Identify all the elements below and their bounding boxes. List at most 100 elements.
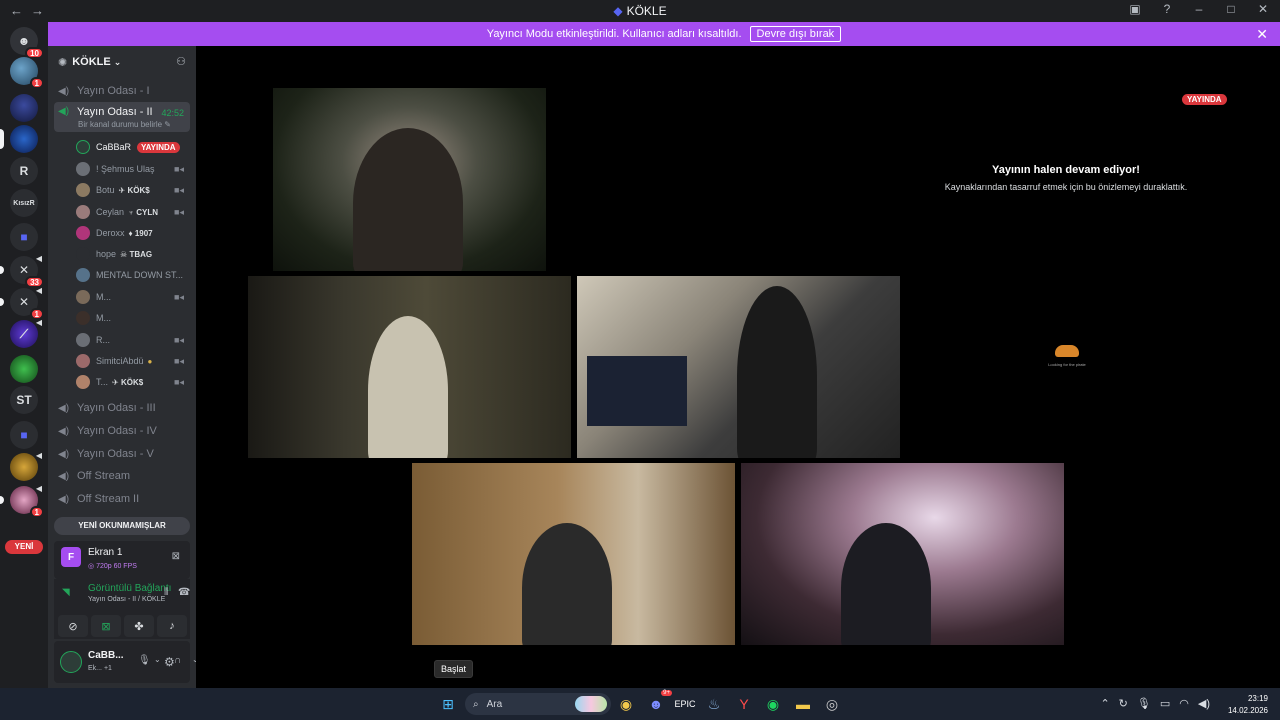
- banner-message: Yayıncı Modu etkinleştirildi. Kullanıcı …: [486, 28, 742, 40]
- clock[interactable]: 23:19 14.02.2026: [1228, 693, 1268, 717]
- steam-icon[interactable]: ♨: [704, 694, 724, 714]
- speaker-icon: ◀: [35, 451, 42, 460]
- voice-channel[interactable]: ◀) Off Stream: [54, 466, 190, 486]
- chevron-up-icon[interactable]: ⌃: [1100, 697, 1109, 710]
- spotify-icon[interactable]: ◉: [763, 694, 783, 714]
- epic-games-icon[interactable]: EPIC: [675, 694, 696, 714]
- chevron-down-icon[interactable]: ⌄: [154, 655, 161, 664]
- video-tile[interactable]: [741, 463, 1064, 645]
- voice-member[interactable]: M... ■◂: [76, 288, 190, 306]
- server-icon[interactable]: ◀: [10, 451, 42, 481]
- close-banner-icon[interactable]: ✕: [1256, 26, 1268, 43]
- voice-channel[interactable]: ◀) Yayın Odası - III: [54, 398, 190, 418]
- avatar: [76, 354, 90, 368]
- soundboard-button[interactable]: ♪: [157, 615, 187, 637]
- speaker-icon: ◀): [58, 493, 70, 505]
- voice-member[interactable]: ! Şehmus Ulaş ■◂: [76, 160, 190, 178]
- file-explorer-icon[interactable]: ▬: [793, 694, 813, 714]
- voice-channel[interactable]: ◀) Yayın Odası - V: [54, 444, 190, 464]
- video-tile[interactable]: [577, 276, 900, 458]
- help-icon[interactable]: ?: [1158, 2, 1176, 16]
- microphone-icon[interactable]: 🎙︎: [138, 655, 151, 666]
- minimize-icon[interactable]: –: [1190, 2, 1208, 16]
- voice-member[interactable]: Ceylan ♆ CYLN ■◂: [76, 203, 190, 221]
- chevron-down-icon: ⌄: [113, 56, 122, 67]
- settings-gear-icon[interactable]: ⚙: [164, 655, 175, 669]
- server-icon[interactable]: KısızR: [10, 189, 38, 217]
- voice-member[interactable]: R... ■◂: [76, 331, 190, 349]
- volume-icon[interactable]: ◀): [1198, 697, 1210, 710]
- loading-animation-icon: [1055, 345, 1079, 357]
- avatar: [76, 226, 90, 240]
- server-folder[interactable]: ■: [10, 223, 38, 251]
- video-stage: YAYINDA Yayının halen devam ediyor! Kayn…: [196, 46, 1280, 688]
- noise-suppression-icon[interactable]: ⦀: [164, 587, 168, 598]
- voice-location[interactable]: Yayın Odası - II / KÖKLE: [88, 596, 165, 603]
- activities-button[interactable]: ✤: [124, 615, 154, 637]
- yandex-browser-icon[interactable]: Y: [734, 694, 754, 714]
- voice-connection-panel: ◥ Görüntülü Bağlantı Yayın Odası - II / …: [54, 579, 190, 639]
- server-folder[interactable]: ■: [10, 421, 38, 449]
- video-tile[interactable]: [248, 276, 571, 458]
- voice-member[interactable]: M...: [76, 309, 190, 327]
- chrome-icon[interactable]: ◉: [616, 694, 636, 714]
- inbox-icon[interactable]: ▣: [1126, 2, 1144, 16]
- new-unreads-pill[interactable]: YENİ: [5, 540, 43, 554]
- server-icon[interactable]: ◀ ✕ 1: [0, 286, 44, 320]
- voice-channel[interactable]: ◀) Yayın Odası - IV: [54, 421, 190, 441]
- direct-messages-button[interactable]: ☻ 10: [10, 27, 44, 59]
- server-icon[interactable]: ◀ 1: [0, 484, 44, 518]
- server-icon[interactable]: ST: [10, 386, 38, 414]
- invite-people-icon[interactable]: ⚇: [176, 55, 186, 68]
- stop-screen-share-icon[interactable]: ⊠: [172, 551, 180, 562]
- speaker-icon: ◀): [58, 402, 70, 414]
- video-tile[interactable]: [273, 88, 546, 271]
- voice-channel-active[interactable]: ◀) Yayın Odası - II 42:52 Bir kanal duru…: [54, 102, 190, 132]
- maximize-icon[interactable]: □: [1222, 2, 1240, 16]
- voice-member[interactable]: CaBBaR YAYINDA: [76, 138, 190, 156]
- guild-header[interactable]: ✺ KÖKLE ⌄ ⚇: [48, 46, 196, 78]
- sync-icon[interactable]: ↻: [1119, 697, 1128, 710]
- voice-member[interactable]: hope ☠ TBAG: [76, 245, 190, 263]
- headphones-icon[interactable]: ∩: [174, 655, 181, 666]
- voice-channel[interactable]: ◀) Yayın Odası - I: [54, 81, 190, 101]
- server-icon[interactable]: ◀ ⟋: [10, 318, 42, 348]
- wing-logo-icon: ✕: [18, 263, 30, 277]
- paused-stream-notice[interactable]: Yayının halen devam ediyor! Kaynaklarınd…: [916, 164, 1216, 192]
- screen-share-button[interactable]: ⊠: [91, 615, 121, 637]
- username[interactable]: CaBB...: [88, 650, 124, 661]
- paused-subtitle: Kaynaklarından tasarruf etmek için bu ön…: [944, 182, 1188, 192]
- display-icon[interactable]: ▭: [1160, 697, 1170, 710]
- clan-tag: ♆ CYLN: [128, 207, 159, 217]
- camera-off-button[interactable]: ⊘: [58, 615, 88, 637]
- close-window-icon[interactable]: ✕: [1254, 2, 1272, 16]
- network-icon[interactable]: ◠: [1179, 697, 1189, 710]
- notification-badge: 1: [29, 77, 44, 89]
- disconnect-icon[interactable]: ☎: [178, 587, 190, 598]
- channel-status[interactable]: Bir kanal durumu belirle ✎: [78, 120, 171, 129]
- taskbar-search[interactable]: ⌕ Ara: [465, 693, 611, 715]
- server-icon[interactable]: ◀ ✕ 33: [0, 254, 44, 288]
- voice-member[interactable]: SimitciAbdü ● ■◂: [76, 352, 190, 370]
- voice-status[interactable]: Görüntülü Bağlantı: [88, 583, 171, 594]
- avatar[interactable]: [60, 651, 82, 673]
- windows-start-icon[interactable]: ⊞: [438, 694, 458, 714]
- video-tile[interactable]: [412, 463, 735, 645]
- wing-logo-icon: ✕: [18, 295, 30, 309]
- discord-icon[interactable]: ☻ 9+: [646, 690, 672, 714]
- microphone-icon[interactable]: 🎙︎: [1137, 697, 1151, 710]
- obs-icon[interactable]: ◎: [822, 694, 842, 714]
- server-icon[interactable]: R: [10, 157, 38, 185]
- speaker-icon: ◀): [58, 448, 70, 460]
- voice-member[interactable]: Botu ✈ KÖK$ ■◂: [76, 181, 190, 199]
- server-icon-active[interactable]: [0, 125, 38, 153]
- server-icon[interactable]: [10, 355, 38, 383]
- server-icon[interactable]: 1: [10, 57, 44, 89]
- disable-streamer-mode-button[interactable]: Devre dışı bırak: [749, 26, 842, 42]
- voice-member[interactable]: T... ✈ KÖK$ ■◂: [76, 373, 190, 391]
- voice-member[interactable]: MENTAL DOWN ST...: [76, 266, 190, 284]
- voice-channel[interactable]: ◀) Off Stream II: [54, 489, 190, 509]
- new-unreads-button[interactable]: YENİ OKUNMAMIŞLAR: [54, 517, 190, 535]
- voice-member[interactable]: Deroxx ♦ 1907: [76, 224, 190, 242]
- server-icon[interactable]: [10, 94, 38, 122]
